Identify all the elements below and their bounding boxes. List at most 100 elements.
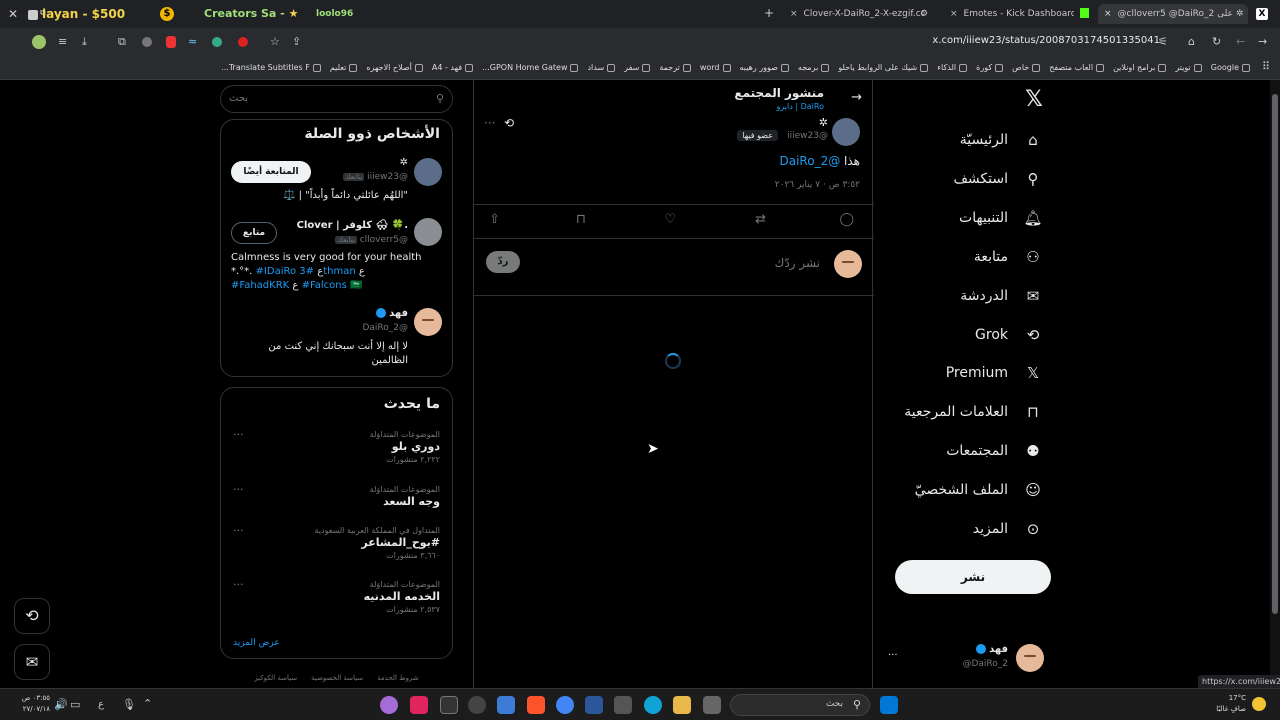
close-tab-icon[interactable]: × <box>790 9 798 19</box>
footer-link[interactable]: شروط الخدمة <box>377 674 419 682</box>
following-button[interactable]: متابع <box>231 222 277 244</box>
community-name[interactable]: DaiRo | دايرو <box>777 102 824 111</box>
scrollbar[interactable] <box>1270 80 1280 688</box>
chrome-icon[interactable] <box>556 696 574 714</box>
footer-link[interactable]: سياسة الكوكيز <box>254 674 297 682</box>
author-name[interactable]: ✲ <box>819 116 828 129</box>
nav-item-profile[interactable]: ☺ الملف الشخصيّ <box>915 475 1044 505</box>
app-icon[interactable] <box>497 696 515 714</box>
reply-input[interactable]: نشر ردّك <box>774 256 820 270</box>
tab-ezgif[interactable]: × Clover-X-DaiRo_2-X-ezgif.com <box>784 4 924 24</box>
back-arrow-icon[interactable]: → <box>851 90 862 105</box>
bookmark-item[interactable]: برامج اونلاين <box>1113 60 1167 76</box>
bookmark-item[interactable]: صوور رهيبه <box>740 60 789 76</box>
task-view-icon[interactable] <box>703 696 721 714</box>
forward-icon[interactable]: ← <box>1236 35 1245 49</box>
extension-icon[interactable] <box>166 36 176 48</box>
more-dots-icon[interactable]: ··· <box>233 578 244 591</box>
nav-item-mail[interactable]: ✉ الدردشة <box>960 281 1044 311</box>
post-button[interactable]: نشر <box>895 560 1051 594</box>
bookmark-item[interactable]: برمجه <box>798 60 830 76</box>
download-icon[interactable]: ⤓ <box>82 35 87 49</box>
windows-start-icon[interactable] <box>880 696 898 714</box>
extension-icon[interactable] <box>212 37 222 47</box>
trend-item[interactable]: المتداول في المملكة العربية السعودية #بوح… <box>230 526 440 560</box>
bookmark-item[interactable]: Translate Subtitles F... <box>221 60 321 76</box>
bookmark-item[interactable]: word <box>700 60 731 76</box>
clock[interactable]: ٠٣:٥٥ ص ٢٧/٠٧/١٨ <box>10 693 50 715</box>
share-icon[interactable]: ⇧ <box>489 212 500 227</box>
more-dots-icon[interactable]: ··· <box>233 428 244 441</box>
author-handle[interactable]: @iiiew23 <box>787 131 828 141</box>
bookmark-item[interactable]: خاص <box>1012 60 1041 76</box>
grok-float-button[interactable]: ⟲ <box>14 598 50 634</box>
app-icon[interactable] <box>410 696 428 714</box>
reply-icon[interactable]: ◯ <box>839 212 854 227</box>
apps-grid-icon[interactable]: ⠿ <box>1262 60 1270 74</box>
nav-item-home[interactable]: ⌂ الرئيسيّة <box>960 125 1044 155</box>
home-icon[interactable]: ⌂ <box>1188 35 1195 49</box>
nav-item-bell[interactable]: 🔔︎ التنبيهات <box>959 203 1044 233</box>
share-icon[interactable]: ⇪ <box>292 35 301 49</box>
footer-link[interactable]: سياسة الخصوصية <box>311 674 363 682</box>
volume-icon[interactable]: 🔊 <box>54 698 68 712</box>
nav-item-more[interactable]: ⊙ المزيد <box>973 514 1044 544</box>
profile-avatar-icon[interactable] <box>32 35 46 49</box>
search-input[interactable]: بحث <box>229 93 248 104</box>
nav-item-follow[interactable]: ⚇ متابعة <box>974 242 1044 272</box>
bookmark-item[interactable]: فهد - A4 <box>432 60 474 76</box>
show-more-link[interactable]: عرض المزيد <box>233 638 280 648</box>
taskbar-search[interactable]: ⚲ بحث <box>730 694 870 716</box>
bookmark-item[interactable]: شيك على الروابط ياحلو <box>838 60 929 76</box>
tab-stream-2[interactable]: Creators Sa - ★ <box>204 4 314 24</box>
more-dots-icon[interactable]: ··· <box>233 524 244 537</box>
bookmark-item[interactable]: أصلاح الاجهزه <box>366 60 423 76</box>
tab-x-post[interactable]: × @clloverr5 @DaiRo_2 على ✲ <box>1098 4 1248 24</box>
close-tab-icon[interactable]: × <box>950 9 958 19</box>
trend-item[interactable]: الموضوعات المتداوَلة وجه السعد <box>230 485 440 510</box>
avatar[interactable] <box>414 158 442 186</box>
bookmark-item[interactable]: تعليم <box>330 60 358 76</box>
word-icon[interactable] <box>585 696 603 714</box>
avatar[interactable] <box>414 218 442 246</box>
app-icon[interactable] <box>468 696 486 714</box>
bookmark-item[interactable]: سفر <box>624 60 651 76</box>
grok-icon[interactable]: ⟲ <box>504 116 514 130</box>
person-name[interactable]: فهد <box>375 308 408 319</box>
new-tab-icon[interactable]: + <box>764 6 774 20</box>
bookmark-item[interactable]: تويتر <box>1175 60 1202 76</box>
messages-float-button[interactable]: ✉ <box>14 644 50 680</box>
chevron-up-icon[interactable]: ⌃ <box>143 697 152 711</box>
nav-item-bookmark[interactable]: ⊓ العلامات المرجعية <box>904 397 1044 427</box>
person-name[interactable]: ✲ <box>400 157 408 168</box>
store-icon[interactable] <box>614 696 632 714</box>
more-dots-icon[interactable]: ··· <box>484 116 495 130</box>
trend-item[interactable]: الموضوعات المتداوَلة دوري بلو ٢,٢٢٢ منشورا… <box>230 430 440 464</box>
search-box[interactable]: ⚲ بحث <box>220 85 453 113</box>
bookmark-item[interactable]: GPON Home Gatew... <box>482 60 579 76</box>
extension-icon[interactable] <box>142 37 152 47</box>
bookmark-item[interactable]: العاب متصفح <box>1049 60 1105 76</box>
scrollbar-thumb[interactable] <box>1272 94 1278 614</box>
tab-stream-1[interactable]: layan - $500 <box>28 4 158 24</box>
post-timestamp[interactable]: ٣:٥٢ ص · ٧ يناير ٢٠٢٦ <box>775 180 860 190</box>
close-window-icon[interactable]: ✕ <box>8 7 18 21</box>
microphone-icon[interactable]: 🎙 <box>122 698 136 712</box>
account-switcher[interactable]: فهد @DaiRo_2 ··· <box>884 640 1050 676</box>
file-explorer-icon[interactable] <box>673 696 691 714</box>
close-tab-icon[interactable]: × <box>1104 9 1112 19</box>
back-icon[interactable]: → <box>1258 35 1267 49</box>
nav-item-communities[interactable]: ⚉ المجتمعات <box>946 436 1044 466</box>
extension-icon[interactable]: ⧉ <box>118 35 126 49</box>
more-dots-icon[interactable]: ··· <box>233 483 244 496</box>
bookmark-icon[interactable]: ⊓ <box>576 212 586 227</box>
bookmark-item[interactable]: سداد <box>587 60 616 76</box>
person-name[interactable]: .🍀 🌨 كلوفر | Clover <box>297 220 408 231</box>
bookmark-item[interactable]: الذكاء <box>937 60 968 76</box>
settings-icon[interactable]: ≡ <box>58 35 67 49</box>
url-bar[interactable]: x.com/iiiew23/status/2008703174501335041 <box>760 35 1160 50</box>
site-settings-icon[interactable]: ⚟ <box>1158 35 1168 49</box>
bookmark-item[interactable]: ترجمة <box>659 60 691 76</box>
extension-icon[interactable] <box>238 37 248 47</box>
network-icon[interactable]: ▭ <box>70 698 80 712</box>
